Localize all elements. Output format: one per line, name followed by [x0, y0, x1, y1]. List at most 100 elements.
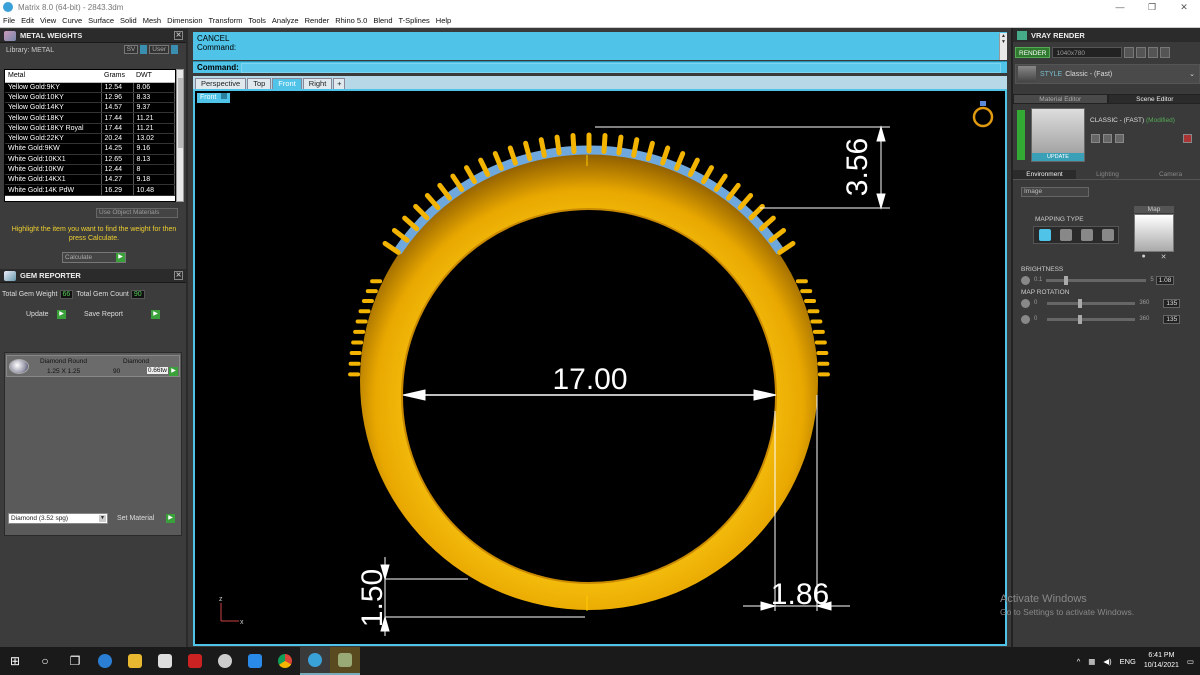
menu-edit[interactable]: Edit — [18, 16, 37, 25]
set-material-button[interactable]: Set Material ▶ — [117, 513, 175, 524]
map-rotation-2-knob[interactable] — [1078, 314, 1083, 324]
render-button[interactable]: RENDER — [1015, 47, 1051, 58]
close-icon[interactable]: ✕ — [174, 31, 183, 40]
mapping-box-icon[interactable] — [1059, 229, 1072, 241]
map-rotation-slider[interactable]: 0 360 135 — [1021, 298, 1191, 308]
map-settings-icon[interactable]: ● — [1141, 253, 1145, 262]
style-select[interactable]: STYLE Classic - (Fast) ⌄ — [1015, 64, 1200, 84]
start-button[interactable]: ⊞ — [0, 647, 30, 675]
taskbar-matrix[interactable] — [300, 647, 330, 675]
table-row[interactable]: White Gold:10KW 12.44 8 — [5, 164, 175, 176]
play-icon[interactable]: ▶ — [169, 367, 178, 376]
menu-mesh[interactable]: Mesh — [140, 16, 164, 25]
tab-scene-editor[interactable]: Scene Editor — [1107, 94, 1200, 104]
taskbar-chrome[interactable] — [270, 647, 300, 675]
use-object-materials-toggle[interactable]: Use Object Materials — [96, 208, 178, 218]
taskbar-edge[interactable] — [90, 647, 120, 675]
maximize-button[interactable]: ❐ — [1136, 2, 1168, 13]
map-rotation-2-slider[interactable]: 0 360 135 — [1021, 314, 1191, 324]
ring-gizmo-icon[interactable] — [972, 101, 994, 128]
menu-tools[interactable]: Tools — [245, 16, 269, 25]
command-input[interactable] — [241, 63, 1001, 73]
task-view-button[interactable]: ❐ — [60, 647, 90, 675]
close-button[interactable]: ✕ — [1168, 2, 1200, 13]
taskbar-explorer[interactable] — [120, 647, 150, 675]
taskbar-zalo[interactable] — [240, 647, 270, 675]
edit-icon[interactable] — [1115, 134, 1124, 143]
table-row[interactable]: White Gold:14KX1 14.27 9.18 — [5, 174, 175, 186]
menu-tsplines[interactable]: T-Splines — [396, 16, 433, 25]
map-rotation-knob[interactable] — [1078, 298, 1083, 308]
network-icon[interactable]: ▦ — [1088, 657, 1095, 666]
table-row[interactable]: Yellow Gold:10KY 12.96 8.33 — [5, 92, 175, 104]
brightness-slider[interactable]: 0.1 5 1.08 — [1021, 275, 1191, 285]
metal-table-scrollbar[interactable] — [176, 69, 184, 202]
tab-top[interactable]: Top — [247, 78, 272, 89]
table-row[interactable]: White Gold:14K PdW 16.29 10.48 — [5, 184, 175, 196]
table-row[interactable]: Yellow Gold:18KY Royal 17.44 11.21 — [5, 123, 175, 134]
menu-transform[interactable]: Transform — [206, 16, 246, 25]
add-tab-icon[interactable]: + — [333, 78, 346, 89]
menu-view[interactable]: View — [37, 16, 59, 25]
language-indicator[interactable]: ENG — [1120, 657, 1136, 666]
map-rotation-2-track[interactable] — [1047, 314, 1136, 324]
menu-render[interactable]: Render — [302, 16, 333, 25]
save-report-button[interactable]: Save Report ▶ — [84, 310, 160, 321]
taskbar-app-1[interactable] — [150, 647, 180, 675]
tab-lighting[interactable]: Lighting — [1076, 170, 1139, 180]
map-rotation-2-value[interactable]: 135 — [1163, 314, 1181, 324]
resolution-prev-icon[interactable] — [1124, 47, 1135, 58]
scroll-thumb[interactable] — [178, 78, 183, 148]
search-button[interactable]: ○ — [30, 647, 60, 675]
close-icon[interactable] — [1160, 47, 1171, 58]
brightness-knob[interactable] — [1064, 275, 1069, 285]
map-clear-icon[interactable]: ✕ — [1161, 253, 1167, 262]
tab-environment[interactable]: Environment — [1013, 170, 1076, 180]
sv-toggle-box[interactable] — [140, 45, 148, 54]
calculate-button[interactable]: Calculate ▶ — [62, 252, 126, 263]
sv-toggle[interactable]: SV — [123, 45, 139, 54]
tab-front[interactable]: Front — [272, 78, 302, 89]
col-grams[interactable]: Grams — [101, 70, 133, 83]
minimize-button[interactable]: — — [1104, 2, 1136, 13]
viewport-label[interactable]: Front — [197, 93, 231, 103]
menu-rhino[interactable]: Rhino 5.0 — [332, 16, 370, 25]
mapping-sphere-icon[interactable] — [1080, 229, 1093, 241]
taskbar-app-2[interactable] — [180, 647, 210, 675]
taskbar-app-4[interactable] — [330, 647, 360, 675]
gem-list-item[interactable]: Diamond Round Diamond 1.25 X 1.25 90 0.6… — [6, 355, 180, 377]
mapping-plane-icon[interactable] — [1038, 229, 1051, 241]
volume-icon[interactable]: ◀) — [1103, 657, 1111, 666]
menu-surface[interactable]: Surface — [85, 16, 117, 25]
command-scrollbar[interactable]: ▲ ▼ — [999, 33, 1007, 60]
tab-right[interactable]: Right — [302, 78, 333, 89]
menu-analyze[interactable]: Analyze — [269, 16, 302, 25]
col-dwt[interactable]: DWT — [133, 70, 175, 83]
save-icon[interactable] — [1091, 134, 1100, 143]
material-expand-handle[interactable] — [1017, 110, 1025, 160]
material-select[interactable]: Diamond (3.52 spg) ▼ — [8, 513, 108, 524]
brightness-track[interactable] — [1046, 275, 1147, 285]
tab-camera[interactable]: Camera — [1139, 170, 1200, 180]
notification-icon[interactable]: ▭ — [1187, 657, 1194, 666]
menu-blend[interactable]: Blend — [370, 16, 395, 25]
table-row[interactable]: White Gold:9KW 14.25 9.16 — [5, 143, 175, 155]
user-toggle[interactable]: User — [149, 45, 169, 54]
tab-material-editor[interactable]: Material Editor — [1013, 94, 1108, 104]
resolution-field[interactable]: 1040x780 — [1052, 47, 1123, 58]
table-row[interactable]: White Gold:10KX1 12.65 8.13 — [5, 154, 175, 165]
tab-perspective[interactable]: Perspective — [195, 78, 247, 89]
front-viewport[interactable]: 17.00 3.56 1.50 1.86 z x Front — [193, 89, 1007, 646]
col-metal[interactable]: Metal — [5, 70, 101, 83]
user-toggle-box[interactable] — [171, 45, 178, 54]
table-row[interactable]: Yellow Gold:22KY 20.24 13.02 — [5, 133, 175, 145]
environment-type-select[interactable]: Image — [1021, 187, 1089, 197]
table-row[interactable]: Yellow Gold:18KY 17.44 11.21 — [5, 112, 175, 124]
menu-file[interactable]: File — [0, 16, 18, 25]
copy-icon[interactable] — [1103, 134, 1112, 143]
mapping-dome-icon[interactable] — [1101, 229, 1114, 241]
resolution-next-icon[interactable] — [1136, 47, 1147, 58]
map-rotation-value[interactable]: 135 — [1163, 298, 1181, 308]
material-preview[interactable]: UPDATE — [1031, 108, 1085, 162]
close-icon[interactable]: ✕ — [174, 271, 183, 280]
